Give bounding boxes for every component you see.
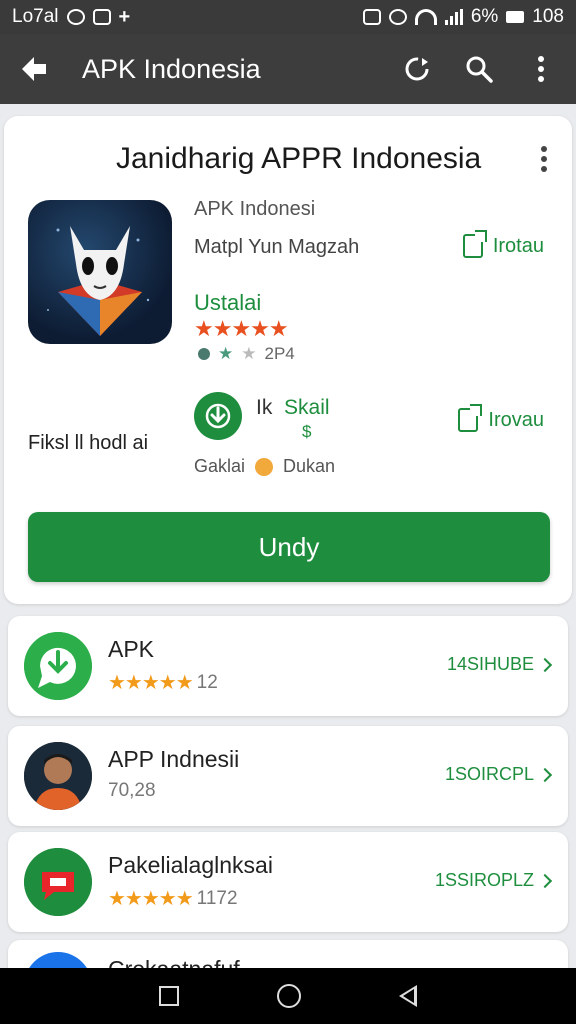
download-bubble-icon xyxy=(24,632,92,700)
chat-app-icon xyxy=(24,848,92,916)
list-item[interactable]: APP Indnesii 70,28 1SOIRCPL xyxy=(8,726,568,826)
list-item-stars: ★★★★★ xyxy=(108,672,194,694)
status-bar: Lo7al + 6% 108 xyxy=(0,0,576,34)
recents-icon[interactable] xyxy=(159,986,179,1006)
list-item-meta: 70,28 xyxy=(108,780,156,802)
list-item-count: 70,28 xyxy=(108,780,156,801)
open-external-icon xyxy=(458,404,483,432)
app-bar-actions xyxy=(400,52,558,86)
developer-subtitle: Matpl Yun Magzah xyxy=(194,236,360,258)
battery-icon xyxy=(506,11,525,23)
category-right: Dukan xyxy=(283,456,336,476)
chevron-right-icon xyxy=(537,767,553,782)
back-icon[interactable] xyxy=(399,985,417,1007)
list-item-stars: ★★★★★ xyxy=(108,888,194,910)
clock: 108 xyxy=(532,6,564,27)
rating-stars: ★★★★★ xyxy=(194,316,289,341)
category-left: Gaklai xyxy=(194,456,246,476)
card-more-icon[interactable] xyxy=(540,146,548,172)
download-currency: $ xyxy=(302,422,312,441)
app-detail-title: Janidharig APPR Indonesia xyxy=(116,142,482,175)
app-detail-card: Janidharig APPR Indonesia APK Indonesi M… xyxy=(4,116,572,604)
carrier-label: Lo7al xyxy=(12,6,59,27)
message-icon xyxy=(92,9,111,25)
chevron-right-icon xyxy=(537,873,553,888)
wifi-icon xyxy=(414,9,437,25)
list-item[interactable]: APK ★★★★★ 12 14SIHUBE xyxy=(8,616,568,716)
list-item-name: APK xyxy=(108,636,155,662)
star-empty-icon: ★ xyxy=(241,344,257,363)
side-link-1[interactable]: Irotau xyxy=(462,230,544,258)
chevron-right-icon xyxy=(537,657,553,672)
category-row: Gaklai Dukan xyxy=(194,456,335,477)
signal-icon xyxy=(444,9,463,25)
rating-badge-icon xyxy=(198,348,210,360)
refresh-icon[interactable] xyxy=(400,52,434,86)
list-item-action-label: 1SSIROPLZ xyxy=(434,870,534,890)
battery-percent: 6% xyxy=(470,6,499,27)
home-icon[interactable] xyxy=(277,984,301,1008)
download-size: Ik xyxy=(256,396,273,419)
side-link-1-label: Irotau xyxy=(492,234,544,257)
search-icon[interactable] xyxy=(462,52,496,86)
list-item-name: APP Indnesii xyxy=(108,746,240,772)
app-bar: APK Indonesia xyxy=(0,34,576,104)
download-info: Ik Skail xyxy=(256,396,330,420)
info-label: Fiksl ll hodl ai xyxy=(28,432,149,454)
plus-icon: + xyxy=(118,6,131,28)
list-item-meta: ★★★★★ 1172 xyxy=(108,886,238,911)
list-item-action-label: 1SOIRCPL xyxy=(444,764,534,784)
app-logo-icon xyxy=(28,200,172,344)
list-item-action[interactable]: 1SOIRCPL xyxy=(444,764,553,785)
avatar xyxy=(24,742,92,810)
download-icon[interactable] xyxy=(194,392,242,440)
open-external-icon xyxy=(462,230,487,258)
list-item-count: 12 xyxy=(196,671,218,693)
list-item[interactable]: Pakelialaglnksai ★★★★★ 1172 1SSIROPLZ xyxy=(8,832,568,932)
status-left: Lo7al + xyxy=(12,6,130,28)
notification-icon xyxy=(66,9,85,25)
alarm-icon xyxy=(388,9,407,25)
rating-meta: ★ ★ 2P4 xyxy=(198,344,295,364)
more-vert-icon[interactable] xyxy=(524,52,558,86)
app-bar-title: APK Indonesia xyxy=(82,53,261,84)
star-small-icon: ★ xyxy=(218,344,234,363)
side-link-2-label: Irovau xyxy=(488,408,544,431)
rating-count: 2P4 xyxy=(264,344,295,363)
installs-label: Ustalai xyxy=(194,290,262,315)
download-label: Skail xyxy=(284,396,330,419)
list-item-name: Pakelialaglnksai xyxy=(108,852,273,878)
list-item-action[interactable]: 14SIHUBE xyxy=(446,654,553,675)
list-item-count: 1172 xyxy=(196,887,238,909)
back-arrow-icon[interactable] xyxy=(18,53,50,85)
nfc-icon xyxy=(362,9,381,25)
install-button[interactable]: Undy xyxy=(28,512,550,582)
list-item-action-label: 14SIHUBE xyxy=(446,654,534,674)
list-item-meta: ★★★★★ 12 xyxy=(108,670,218,695)
list-item-action[interactable]: 1SSIROPLZ xyxy=(434,870,553,891)
category-dot-icon xyxy=(255,457,274,476)
system-nav-bar xyxy=(0,968,576,1024)
developer-name[interactable]: APK Indonesi xyxy=(194,198,315,221)
side-link-2[interactable]: Irovau xyxy=(458,404,544,432)
status-right: 6% 108 xyxy=(362,6,564,28)
